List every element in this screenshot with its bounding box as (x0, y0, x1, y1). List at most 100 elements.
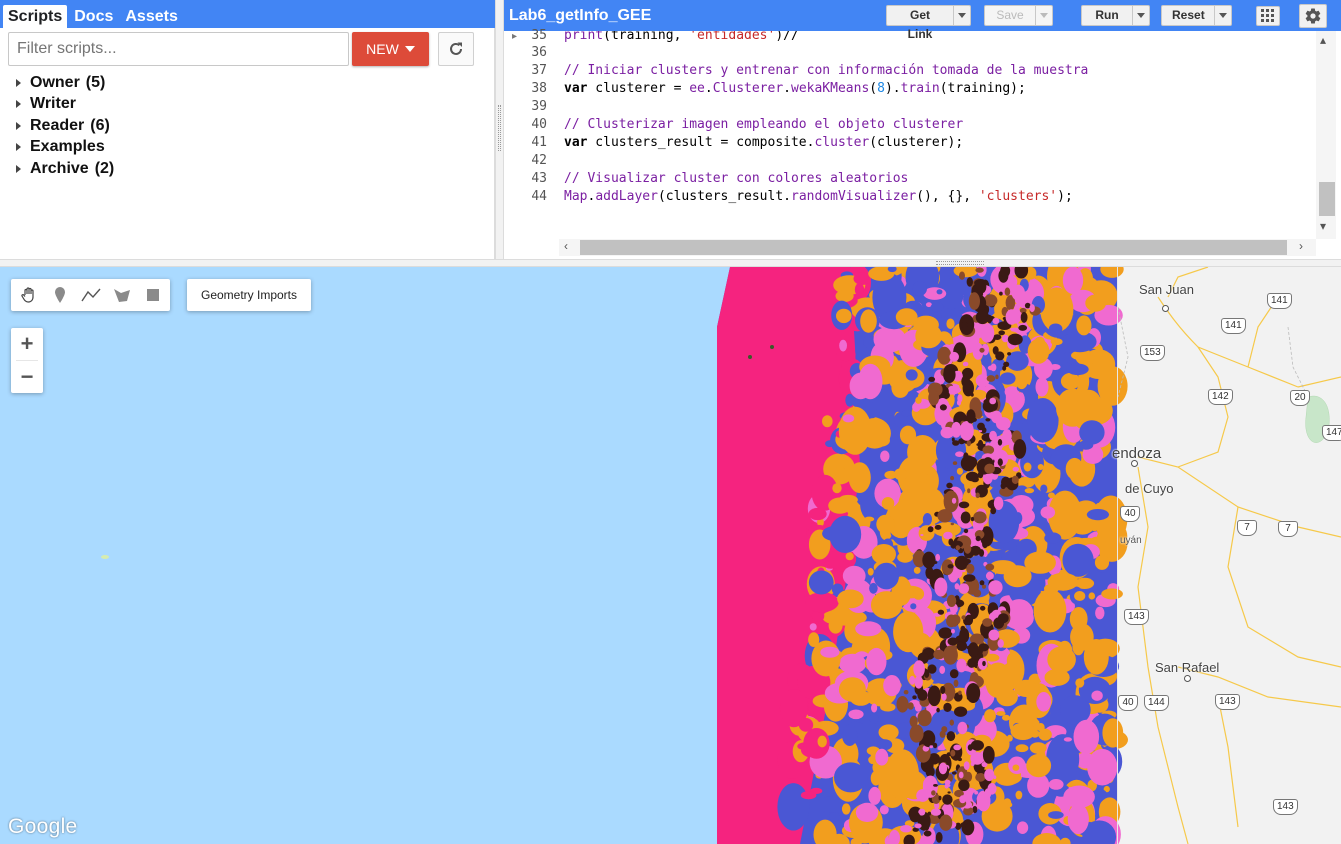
apps-button[interactable] (1256, 6, 1280, 26)
horizontal-scroll-thumb[interactable] (580, 240, 1287, 255)
cluster-patch (929, 745, 933, 749)
save-dropdown[interactable] (1035, 6, 1052, 25)
save-label: Save (996, 8, 1024, 22)
save-button[interactable]: Save (984, 5, 1053, 26)
cluster-patch (943, 490, 959, 513)
cluster-patch (868, 786, 881, 805)
run-button[interactable]: Run (1081, 5, 1150, 26)
cluster-patch (967, 488, 971, 494)
tree-item-reader[interactable]: Reader (6) (16, 115, 114, 137)
cluster-patch (864, 516, 875, 522)
editor-horizontal-scrollbar[interactable]: ‹ › (559, 239, 1316, 256)
cluster-patch (1027, 338, 1050, 364)
cluster-patch (993, 775, 997, 779)
cluster-patch (1048, 811, 1064, 819)
cluster-patch (777, 783, 810, 831)
code-area[interactable]: print(training, 'entidades')// // Inicia… (559, 31, 1314, 239)
cluster-patch (966, 456, 978, 468)
cluster-patch (928, 376, 936, 382)
cluster-patch (915, 323, 942, 349)
tree-item-owner[interactable]: Owner (5) (16, 72, 114, 94)
cluster-patch (867, 568, 874, 576)
route-shield: 7 (1278, 521, 1298, 537)
cluster-patch (912, 281, 927, 296)
route-shield: 144 (1144, 695, 1169, 711)
cluster-patch (996, 687, 1018, 707)
vertical-panel-splitter[interactable] (495, 0, 504, 259)
script-title[interactable]: Lab6_getInfo_GEE (509, 7, 651, 25)
cluster-patch (960, 822, 967, 828)
reset-dropdown[interactable] (1214, 6, 1231, 25)
marker-tool-button[interactable] (44, 279, 75, 311)
scroll-up-arrow-icon[interactable]: ▴ (1320, 33, 1326, 47)
google-logo[interactable]: Google (8, 815, 78, 839)
refresh-button[interactable] (438, 32, 474, 66)
pan-tool-button[interactable] (13, 279, 44, 311)
cluster-patch (934, 524, 942, 530)
cluster-patch (1029, 304, 1035, 313)
cluster-patch (933, 649, 945, 660)
cluster-patch (978, 643, 989, 652)
cluster-patch (930, 808, 942, 816)
tree-item-writer[interactable]: Writer (16, 94, 114, 116)
line-number: 42 (531, 153, 547, 168)
zoom-out-button[interactable]: − (11, 361, 43, 393)
cluster-patch (825, 440, 835, 448)
cluster-patch (942, 794, 953, 805)
cluster-patch (997, 639, 1004, 648)
cluster-patch (1002, 429, 1012, 443)
get-link-button[interactable]: Get Link (886, 5, 971, 41)
line-number: 38 (531, 81, 547, 96)
line-tool-button[interactable] (75, 279, 106, 311)
tree-item-examples[interactable]: Examples (16, 137, 114, 159)
map-view[interactable]: San Juan endoza de Cuyo uyán San Rafael … (0, 267, 1341, 844)
cluster-patch (952, 620, 958, 627)
run-dropdown[interactable] (1132, 6, 1149, 25)
cluster-patch (1011, 475, 1019, 484)
cluster-patch (1110, 291, 1118, 301)
fold-arrow-icon[interactable]: ▸ (512, 31, 517, 42)
cluster-patch (966, 683, 981, 703)
filter-scripts-input[interactable] (8, 32, 349, 66)
cluster-patch (1020, 311, 1028, 323)
island (101, 555, 109, 559)
cluster-patch (845, 552, 854, 561)
tree-item-archive[interactable]: Archive (2) (16, 158, 114, 180)
zoom-in-button[interactable]: + (11, 328, 43, 360)
new-script-button[interactable]: NEW (352, 32, 429, 66)
scroll-left-arrow-icon[interactable]: ‹ (564, 239, 568, 253)
cluster-patch (849, 690, 872, 706)
cluster-patch (1086, 509, 1109, 521)
cluster-patch (953, 744, 962, 751)
scroll-down-arrow-icon[interactable]: ▾ (1320, 219, 1326, 233)
cluster-patch (967, 658, 977, 668)
line-number: 37 (531, 63, 547, 78)
cluster-patch (883, 675, 901, 697)
polygon-icon (113, 289, 130, 302)
cluster-patch (895, 308, 918, 326)
cluster-patch (1013, 439, 1027, 459)
cluster-patch (1018, 324, 1028, 331)
get-link-dropdown[interactable] (953, 6, 970, 25)
tab-scripts[interactable]: Scripts (3, 5, 68, 28)
editor-vertical-scrollbar[interactable]: ▴ ▾ (1316, 31, 1336, 239)
tab-assets[interactable]: Assets (120, 5, 182, 28)
cluster-patch (808, 570, 834, 595)
settings-button[interactable] (1299, 4, 1327, 28)
cluster-patch (987, 365, 995, 371)
route-shield: 7 (1237, 520, 1257, 536)
geometry-imports-button[interactable]: Geometry Imports (187, 279, 311, 311)
caret-right-icon (16, 100, 21, 109)
reset-button[interactable]: Reset (1161, 5, 1232, 26)
cluster-patch (950, 475, 955, 481)
polygon-tool-button[interactable] (106, 279, 137, 311)
vertical-scroll-thumb[interactable] (1319, 182, 1335, 216)
cluster-patch (1023, 462, 1032, 472)
rectangle-tool-button[interactable] (137, 279, 168, 311)
scroll-right-arrow-icon[interactable]: › (1299, 239, 1303, 253)
cluster-patch (1027, 398, 1059, 443)
cluster-patch (938, 627, 953, 639)
tab-docs[interactable]: Docs (69, 5, 118, 28)
route-shield: 40 (1118, 695, 1138, 711)
horizontal-panel-splitter[interactable] (0, 259, 1341, 267)
